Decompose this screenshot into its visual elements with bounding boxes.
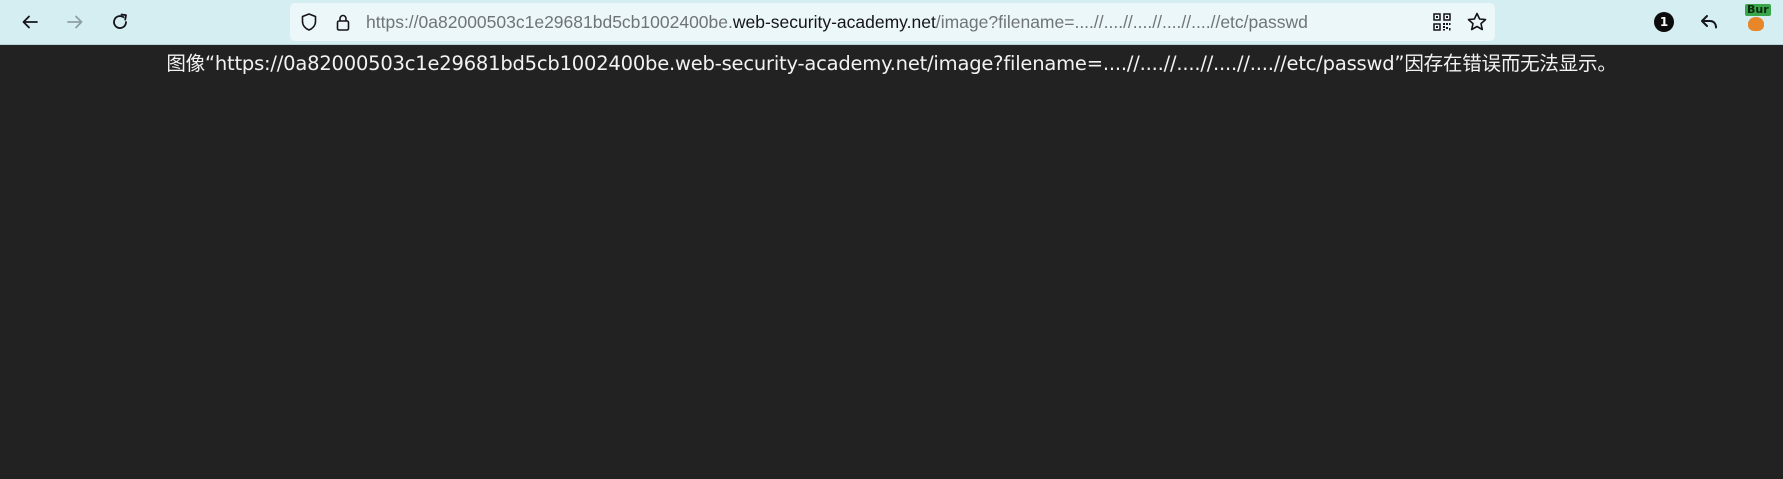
reload-icon xyxy=(113,13,127,29)
arrow-left-icon xyxy=(22,15,38,29)
undo-button[interactable] xyxy=(1694,7,1724,37)
url-text[interactable]: https://0a82000503c1e29681bd5cb1002400be… xyxy=(366,3,1308,41)
url-domain: web-security-academy.net xyxy=(732,12,936,32)
burp-label: Bur xyxy=(1745,3,1771,16)
burp-icon xyxy=(1748,17,1764,31)
image-error-message: 图像“https://0a82000503c1e29681bd5cb100240… xyxy=(166,52,1617,75)
shield-icon[interactable] xyxy=(298,11,320,33)
forward-button[interactable] xyxy=(60,7,90,37)
extension-badge: 1 xyxy=(1654,12,1674,32)
lock-icon[interactable] xyxy=(332,11,354,33)
undo-arrow-icon xyxy=(1701,15,1717,29)
extension-badge-button[interactable]: 1 xyxy=(1649,7,1679,37)
page-content: 图像“https://0a82000503c1e29681bd5cb100240… xyxy=(0,45,1783,479)
arrow-right-icon xyxy=(67,15,83,29)
qr-code-icon[interactable] xyxy=(1431,11,1453,33)
browser-toolbar: https://0a82000503c1e29681bd5cb1002400be… xyxy=(0,0,1783,45)
back-button[interactable] xyxy=(15,7,45,37)
reload-button[interactable] xyxy=(105,7,135,37)
star-icon[interactable] xyxy=(1466,11,1488,33)
url-prefix: https://0a82000503c1e29681bd5cb1002400be… xyxy=(366,12,733,32)
burp-extension-button[interactable]: Bur xyxy=(1744,3,1771,36)
url-bar[interactable]: https://0a82000503c1e29681bd5cb1002400be… xyxy=(290,3,1495,41)
url-suffix: /image?filename=....//....//....//....//… xyxy=(935,12,1308,32)
